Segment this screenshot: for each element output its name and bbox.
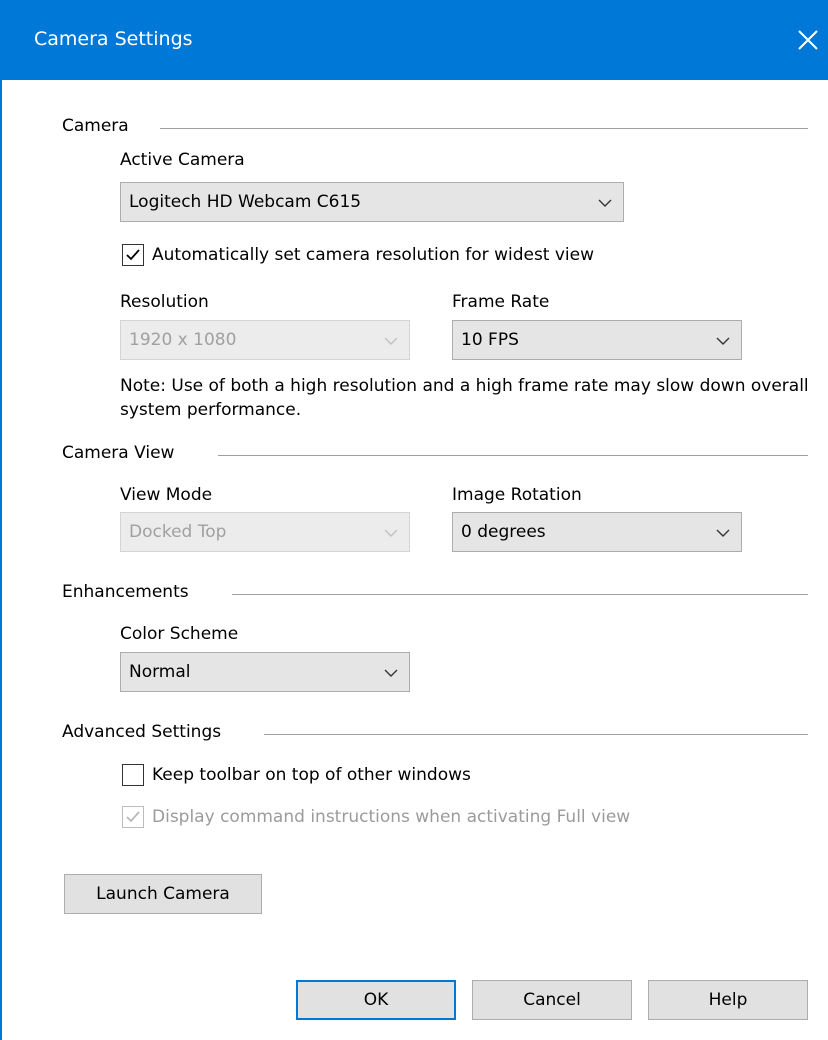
camera-view-section-divider [218, 455, 808, 456]
display-instructions-checkbox[interactable] [122, 806, 144, 828]
view-mode-select[interactable]: Docked Top [120, 512, 410, 552]
chevron-down-icon [598, 199, 612, 207]
enhancements-section-divider [232, 594, 808, 595]
checkmark-icon [126, 811, 140, 823]
advanced-section-label: Advanced Settings [62, 722, 222, 742]
enhancements-section-label: Enhancements [62, 582, 189, 602]
close-button[interactable] [786, 20, 828, 60]
launch-camera-button[interactable]: Launch Camera [64, 874, 262, 914]
checkmark-icon [126, 249, 140, 261]
chevron-down-icon [384, 337, 398, 345]
active-camera-select[interactable]: Logitech HD Webcam C615 [120, 182, 624, 222]
keep-on-top-checkbox[interactable] [122, 764, 144, 786]
resolution-label: Resolution [120, 292, 209, 312]
camera-section-divider [160, 128, 808, 129]
view-mode-value: Docked Top [129, 522, 227, 542]
image-rotation-value: 0 degrees [461, 522, 546, 542]
chevron-down-icon [384, 529, 398, 537]
ok-label: OK [363, 990, 389, 1010]
help-label: Help [708, 990, 748, 1010]
color-scheme-value: Normal [129, 662, 191, 682]
close-icon [798, 30, 818, 50]
color-scheme-select[interactable]: Normal [120, 652, 410, 692]
image-rotation-select[interactable]: 0 degrees [452, 512, 742, 552]
active-camera-label: Active Camera [120, 150, 245, 170]
launch-camera-label: Launch Camera [96, 884, 230, 904]
frame-rate-label: Frame Rate [452, 292, 550, 312]
resolution-select[interactable]: 1920 x 1080 [120, 320, 410, 360]
cancel-label: Cancel [523, 990, 581, 1010]
auto-resolution-checkbox[interactable] [122, 244, 144, 266]
ok-button[interactable]: OK [296, 980, 456, 1020]
frame-rate-value: 10 FPS [461, 330, 519, 350]
chevron-down-icon [384, 669, 398, 677]
window-title: Camera Settings [34, 28, 193, 50]
performance-note: Note: Use of both a high resolution and … [120, 376, 809, 420]
resolution-value: 1920 x 1080 [129, 330, 237, 350]
camera-section-label: Camera [62, 116, 129, 136]
advanced-section-divider [264, 734, 808, 735]
camera-settings-dialog: Camera Settings Camera Active Camera Log… [0, 0, 828, 1040]
title-bar: Camera Settings [2, 0, 828, 80]
frame-rate-select[interactable]: 10 FPS [452, 320, 742, 360]
display-instructions-label: Display command instructions when activa… [152, 807, 631, 827]
image-rotation-label: Image Rotation [452, 485, 582, 505]
cancel-button[interactable]: Cancel [472, 980, 632, 1020]
chevron-down-icon [716, 337, 730, 345]
auto-resolution-label: Automatically set camera resolution for … [152, 245, 595, 265]
chevron-down-icon [716, 529, 730, 537]
color-scheme-label: Color Scheme [120, 624, 239, 644]
help-button[interactable]: Help [648, 980, 808, 1020]
camera-view-section-label: Camera View [62, 443, 175, 463]
active-camera-value: Logitech HD Webcam C615 [129, 192, 362, 212]
keep-on-top-label: Keep toolbar on top of other windows [152, 765, 471, 785]
view-mode-label: View Mode [120, 485, 213, 505]
